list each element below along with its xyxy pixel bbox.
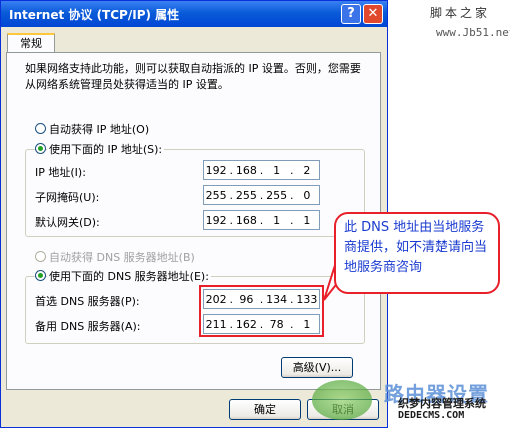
watermark-cms-text: 织梦内容管理系统 (398, 397, 486, 410)
dns-highlight-box (199, 285, 324, 337)
tab-general[interactable]: 常规 (7, 33, 55, 53)
manual-ip-label[interactable]: 使用下面的 IP 地址(S): (47, 141, 165, 157)
description-text: 如果网络支持此功能，则可以获取自动指派的 IP 设置。否则，您需要从网络系统管理… (25, 62, 361, 91)
router-logo-icon (312, 380, 372, 420)
dialog-title: Internet 协议 (TCP/IP) 属性 (9, 8, 180, 22)
watermark-cms-url: DEDECMS.COM (398, 410, 465, 421)
ok-button[interactable]: 确定 (229, 399, 301, 420)
manual-dns-label[interactable]: 使用下面的 DNS 服务器地址(E): (47, 268, 211, 284)
subnet-mask-label: 子网掩码(U): (35, 191, 100, 204)
radio-manual-ip[interactable] (35, 143, 46, 154)
callout-text: 此 DNS 地址由当地服务商提供，如不清楚请向当地服务商咨询 (344, 220, 488, 275)
close-button[interactable]: ✕ (363, 4, 383, 24)
default-gateway-input[interactable]: 192. 168. 1. 1 (203, 210, 320, 230)
watermark-site-name: 脚本之家 (430, 6, 491, 20)
watermark-site-url: www.Jb51.net (436, 26, 510, 39)
radio-auto-dns (35, 251, 46, 262)
default-gateway-label: 默认网关(D): (35, 216, 100, 229)
preferred-dns-label: 首选 DNS 服务器(P): (35, 295, 140, 308)
subnet-mask-input[interactable]: 255. 255. 255. 0 (203, 185, 320, 205)
alternate-dns-label: 备用 DNS 服务器(A): (35, 320, 141, 333)
auto-dns-label: 自动获得 DNS 服务器地址(B) (49, 251, 195, 264)
title-bar[interactable]: Internet 协议 (TCP/IP) 属性 ? ✕ (1, 1, 387, 27)
tcpip-properties-dialog: Internet 协议 (TCP/IP) 属性 ? ✕ 常规 如果网络支持此功能… (0, 0, 388, 428)
advanced-button[interactable]: 高级(V)... (281, 357, 353, 378)
ip-address-label: IP 地址(I): (35, 166, 86, 179)
help-button[interactable]: ? (341, 4, 361, 24)
radio-auto-ip[interactable] (35, 123, 46, 134)
ip-address-input[interactable]: 192. 168. 1. 2 (203, 160, 320, 180)
auto-ip-label[interactable]: 自动获得 IP 地址(O) (49, 121, 149, 137)
radio-manual-dns[interactable] (35, 270, 46, 281)
